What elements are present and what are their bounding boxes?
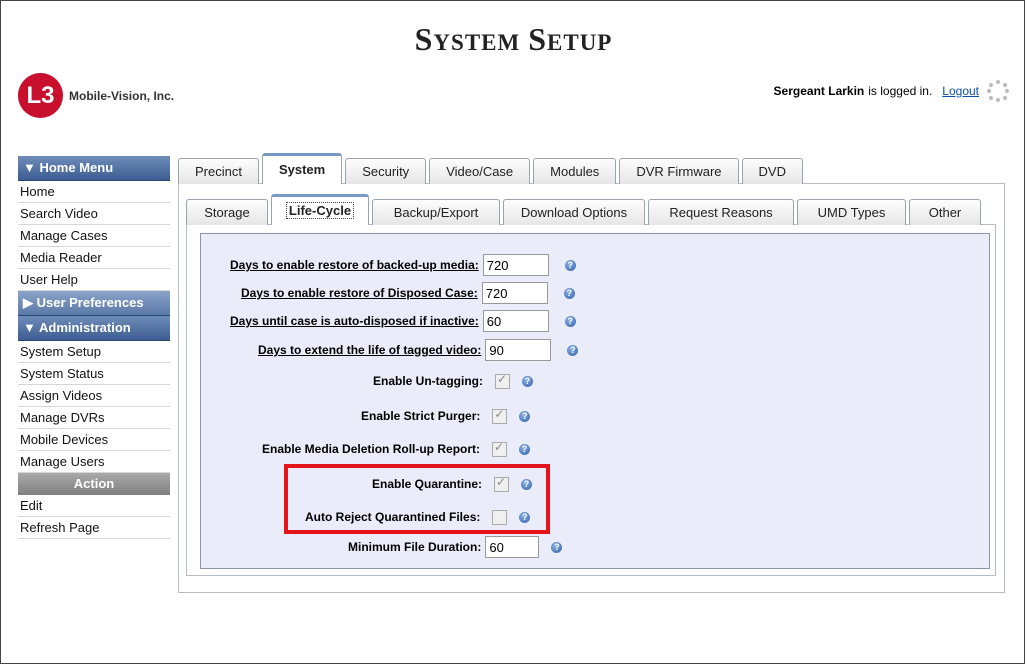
tab-dvd[interactable]: DVD [741,158,803,184]
help-icon[interactable]: ? [564,315,576,327]
action-header: Action [18,473,170,495]
tab-precinct[interactable]: Precinct [178,158,259,184]
sidebar-item-manage-cases[interactable]: Manage Cases [18,225,170,247]
strict-purger-label: Enable Strict Purger: [361,409,481,423]
tab-video-case[interactable]: Video/Case [429,158,531,184]
min-duration-input[interactable] [485,536,540,558]
help-icon[interactable]: ? [519,410,531,422]
sidebar-item-system-setup[interactable]: System Setup [18,341,170,363]
rollup-label: Enable Media Deletion Roll-up Report: [262,442,481,456]
auto-disposed-input[interactable] [482,310,549,332]
sidebar-item-user-help[interactable]: User Help [18,269,170,291]
help-icon[interactable]: ? [551,541,563,553]
subtab-umd-types[interactable]: UMD Types [797,199,906,225]
row-restore-backed: Days to enable restore of backed-up medi… [230,253,576,277]
subtab-life-cycle-label: Life-Cycle [285,202,355,219]
restore-backed-label: Days to enable restore of backed-up medi… [230,258,479,272]
l3-logo-icon: L3 [18,73,63,118]
help-icon[interactable]: ? [564,259,576,271]
untagging-label: Enable Un-tagging: [373,374,483,388]
user-name: Sergeant Larkin [773,84,865,98]
sidebar-item-manage-dvrs[interactable]: Manage DVRs [18,407,170,429]
sidebar-item-refresh-page[interactable]: Refresh Page [18,517,170,539]
sidebar-item-edit[interactable]: Edit [18,495,170,517]
restore-backed-input[interactable] [482,254,549,276]
row-auto-disposed: Days until case is auto-disposed if inac… [230,309,576,333]
help-icon[interactable]: ? [522,375,533,387]
rollup-checkbox[interactable] [492,440,508,457]
administration-header[interactable]: ▼ Administration [18,316,170,341]
company-logo: L3 Mobile-Vision, Inc. [18,73,174,118]
subtab-download-options[interactable]: Download Options [503,199,645,225]
highlight-box [284,464,550,534]
subtab-backup-export[interactable]: Backup/Export [372,199,500,225]
restore-disposed-label: Days to enable restore of Disposed Case: [241,286,478,300]
untagging-checkbox[interactable] [495,372,510,389]
restore-disposed-input[interactable] [481,282,548,304]
row-rollup-report: Enable Media Deletion Roll-up Report: ? [262,437,531,461]
sidebar: ▼ Home Menu Home Search Video Manage Cas… [18,156,170,539]
subtab-storage[interactable]: Storage [186,199,268,225]
page-title: SYSTEM SETUP [414,21,613,57]
auto-disposed-label: Days until case is auto-disposed if inac… [230,314,479,328]
extend-tagged-label: Days to extend the life of tagged video: [258,343,482,357]
sidebar-item-media-reader[interactable]: Media Reader [18,247,170,269]
sub-tabs: Storage Life-Cycle Backup/Export Downloa… [186,194,984,225]
tab-modules[interactable]: Modules [533,158,617,184]
subtab-request-reasons[interactable]: Request Reasons [648,199,794,225]
login-status: Sergeant Larkin is logged in. Logout [774,80,1009,102]
subtab-life-cycle[interactable]: Life-Cycle [271,194,369,225]
row-untagging: Enable Un-tagging: ? [373,369,533,393]
loading-spinner-icon [987,80,1009,102]
tab-dvr-firmware[interactable]: DVR Firmware [619,158,739,184]
sidebar-item-system-status[interactable]: System Status [18,363,170,385]
main-tabs: Precinct System Security Video/Case Modu… [178,153,806,184]
home-menu-header[interactable]: ▼ Home Menu [18,156,170,181]
extend-tagged-input[interactable] [485,339,552,361]
tab-system[interactable]: System [261,153,343,184]
sidebar-item-mobile-devices[interactable]: Mobile Devices [18,429,170,451]
row-extend-tagged: Days to extend the life of tagged video:… [258,338,579,362]
strict-purger-checkbox[interactable] [492,407,508,424]
sidebar-item-assign-videos[interactable]: Assign Videos [18,385,170,407]
help-icon[interactable]: ? [567,344,579,356]
logout-link[interactable]: Logout [942,84,979,98]
tab-security[interactable]: Security [345,158,427,184]
row-strict-purger: Enable Strict Purger: ? [361,404,531,428]
row-restore-disposed: Days to enable restore of Disposed Case:… [241,281,575,305]
sidebar-item-manage-users[interactable]: Manage Users [18,451,170,473]
help-icon[interactable]: ? [563,287,575,299]
min-duration-label: Minimum File Duration: [348,540,482,554]
sidebar-item-home[interactable]: Home [18,181,170,203]
row-min-duration: Minimum File Duration: ? [348,535,563,559]
logged-in-text: is logged in. [868,84,933,98]
user-preferences-header[interactable]: ▶ User Preferences [18,291,170,316]
help-icon[interactable]: ? [519,443,531,455]
subtab-other[interactable]: Other [909,199,981,225]
company-name: Mobile-Vision, Inc. [69,88,175,103]
sidebar-item-search-video[interactable]: Search Video [18,203,170,225]
